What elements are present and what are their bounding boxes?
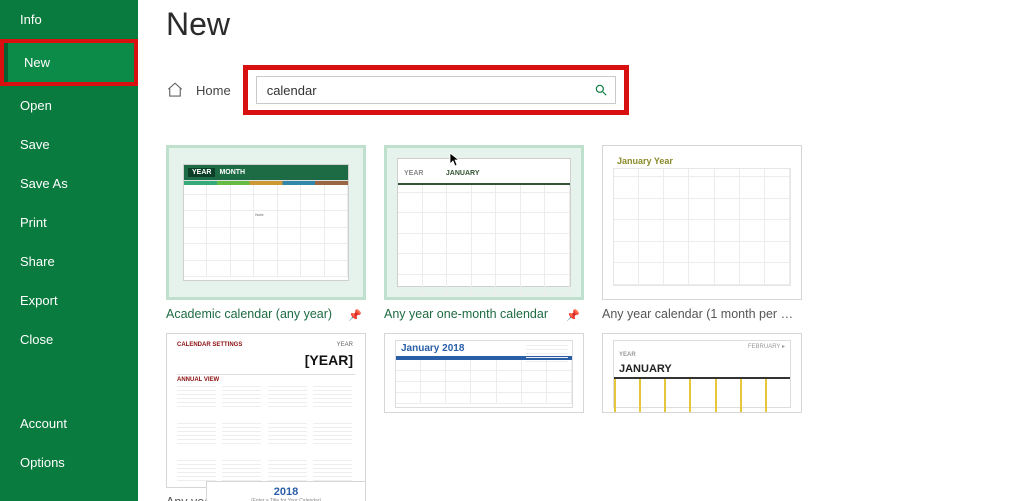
template-card-row2-1[interactable]: January 2018 [384, 333, 584, 501]
cursor-icon [449, 152, 461, 173]
breadcrumb-home[interactable]: Home [196, 83, 231, 98]
template-thumb: YEAR YEAR MONTH MONTH Note [166, 145, 366, 300]
search-box [256, 76, 616, 104]
sidebar-item-save[interactable]: Save [0, 125, 138, 164]
sidebar-item-label: Open [20, 98, 52, 113]
sidebar-item-save-as[interactable]: Save As [0, 164, 138, 203]
sidebar-item-label: Share [20, 254, 55, 269]
thumb-title: 2018 [207, 482, 365, 498]
template-card-one-month[interactable]: YEAR JANUARY Any [384, 145, 584, 321]
template-thumb: January 2018 [384, 333, 584, 413]
template-thumb: January Year [602, 145, 802, 300]
thumb-year-bracket: [YEAR] [305, 352, 353, 368]
sidebar-item-export[interactable]: Export [0, 281, 138, 320]
thumb-title: JANUARY [614, 363, 790, 377]
sidebar-item-open[interactable]: Open [0, 86, 138, 125]
template-thumb: YEAR JANUARY [384, 145, 584, 300]
highlight-box-new: New [0, 39, 138, 86]
template-card-holidays[interactable]: CALENDAR SETTINGS YEAR [YEAR] ANNUAL VIE… [166, 333, 366, 501]
pin-icon[interactable]: 📌 [348, 309, 362, 322]
search-icon [594, 83, 608, 97]
template-label: Academic calendar (any year) 📌 [166, 307, 366, 321]
sidebar-item-close[interactable]: Close [0, 320, 138, 359]
sidebar-item-label: Options [20, 455, 65, 470]
pin-icon[interactable]: 📌 [566, 309, 580, 322]
template-label: Any year one-month calendar 📌 [384, 307, 584, 321]
sidebar: Info New Open Save Save As Print Share E… [0, 0, 138, 501]
sidebar-item-label: New [24, 55, 50, 70]
home-icon [166, 81, 184, 99]
search-button[interactable] [587, 77, 615, 103]
sidebar-item-label: Info [20, 12, 42, 27]
template-thumb: CALENDAR SETTINGS YEAR [YEAR] ANNUAL VIE… [166, 333, 366, 488]
main-content: New Home YEAR YEAR MONTH MONTH [138, 0, 1011, 501]
template-grid: YEAR YEAR MONTH MONTH Note [166, 145, 1011, 501]
sidebar-item-label: Save As [20, 176, 68, 191]
sidebar-item-new[interactable]: New [4, 43, 134, 82]
sidebar-divider [0, 359, 138, 404]
template-label: Any year calendar (1 month per … [602, 307, 802, 321]
thumb-title: January Year [613, 154, 791, 168]
template-card-academic[interactable]: YEAR YEAR MONTH MONTH Note [166, 145, 366, 321]
sidebar-item-label: Save [20, 137, 50, 152]
template-card-any-year[interactable]: January Year Any year calendar (1 month … [602, 145, 802, 321]
sidebar-item-print[interactable]: Print [0, 203, 138, 242]
breadcrumb-row: Home [166, 65, 1011, 115]
sidebar-item-label: Close [20, 332, 53, 347]
highlight-box-search [243, 65, 629, 115]
sidebar-item-label: Account [20, 416, 67, 431]
sidebar-item-label: Print [20, 215, 47, 230]
sidebar-item-share[interactable]: Share [0, 242, 138, 281]
template-thumb: YEAR FEBRUARY ▸ JANUARY [602, 333, 802, 413]
sidebar-item-info[interactable]: Info [0, 0, 138, 39]
page-title: New [166, 6, 1011, 43]
template-thumb: 2018 (Enter a Title for Your Calendar) J… [206, 481, 366, 501]
search-input[interactable] [257, 83, 587, 98]
sidebar-item-options[interactable]: Options [0, 443, 138, 482]
thumb-year-label: YEAR [188, 168, 215, 177]
sidebar-item-label: Export [20, 293, 58, 308]
template-card-row2-2[interactable]: YEAR FEBRUARY ▸ JANUARY [602, 333, 802, 501]
sidebar-item-account[interactable]: Account [0, 404, 138, 443]
